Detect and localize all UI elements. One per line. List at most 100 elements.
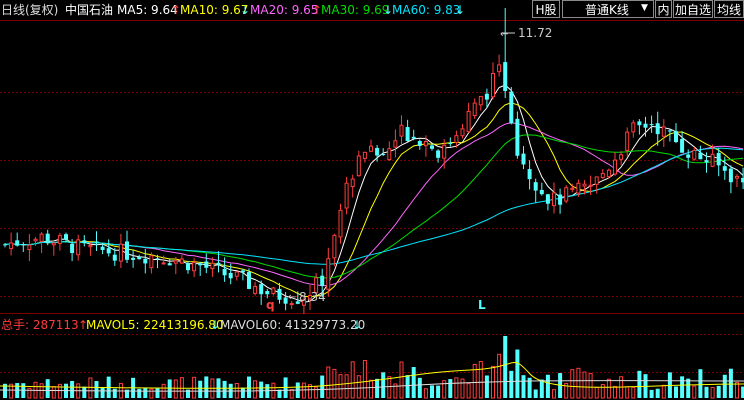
candlestick bbox=[338, 203, 343, 244]
candle-body bbox=[698, 152, 703, 160]
volume-bar bbox=[399, 361, 404, 399]
candlestick bbox=[253, 281, 258, 296]
ma20-line bbox=[4, 122, 744, 287]
candle-body bbox=[9, 242, 14, 249]
volume-bar bbox=[704, 386, 709, 398]
candlestick bbox=[27, 234, 32, 262]
candle-body bbox=[448, 142, 453, 144]
arrow-left-icon: ← bbox=[288, 292, 296, 303]
mavol60-arrow: ↓ bbox=[352, 318, 363, 332]
candle-body bbox=[558, 194, 563, 205]
candle-body bbox=[686, 154, 691, 158]
volume-bar bbox=[655, 388, 660, 398]
candle-body bbox=[228, 272, 233, 279]
high-price-label: 11.72 bbox=[518, 26, 552, 40]
volume-bar bbox=[94, 381, 99, 398]
candlestick bbox=[600, 169, 605, 180]
candlestick bbox=[460, 123, 465, 139]
volume-bar bbox=[88, 377, 93, 399]
candlestick bbox=[552, 182, 556, 214]
volume-bar bbox=[533, 389, 538, 398]
candlestick bbox=[149, 252, 154, 274]
candlestick bbox=[21, 242, 26, 252]
candle-body bbox=[722, 166, 727, 171]
candlestick bbox=[234, 271, 239, 281]
candlestick bbox=[674, 123, 678, 144]
candle-body bbox=[503, 62, 508, 92]
volume-bar bbox=[448, 379, 453, 398]
candle-body bbox=[118, 243, 123, 262]
candle-body bbox=[454, 135, 459, 143]
volume-bar bbox=[247, 376, 251, 398]
candle-body bbox=[674, 131, 678, 143]
volume-bar bbox=[539, 379, 544, 398]
candle-body bbox=[179, 258, 184, 264]
candle-body bbox=[289, 303, 294, 306]
volume-bar bbox=[600, 383, 605, 399]
candle-body bbox=[545, 194, 550, 204]
candlestick bbox=[735, 174, 739, 188]
volume-bar bbox=[545, 374, 550, 398]
candle-body bbox=[539, 189, 544, 195]
volume-bar bbox=[631, 386, 636, 399]
candle-body bbox=[509, 91, 514, 124]
volume-bar bbox=[45, 379, 50, 398]
candlestick bbox=[344, 176, 349, 215]
volume-bar bbox=[259, 381, 264, 398]
candle-body bbox=[76, 239, 81, 256]
candlestick bbox=[9, 232, 14, 256]
volume-bar bbox=[430, 385, 434, 398]
candle-body bbox=[344, 182, 349, 209]
arrow-left-icon: ← bbox=[500, 29, 508, 40]
volume-bar bbox=[649, 389, 654, 398]
kline-chart[interactable]: ← 11.72 ← 8.34 q L bbox=[0, 0, 744, 400]
candle-body bbox=[600, 172, 605, 178]
volume-bar bbox=[576, 367, 581, 399]
candlestick bbox=[405, 119, 410, 142]
candle-body bbox=[369, 145, 373, 152]
volume-bar bbox=[478, 361, 483, 399]
candle-body bbox=[582, 183, 587, 187]
candle-body bbox=[570, 187, 575, 190]
volume-bar bbox=[692, 385, 697, 399]
candle-body bbox=[247, 272, 251, 289]
candle-body bbox=[619, 154, 624, 160]
candlestick bbox=[15, 232, 20, 247]
candle-body bbox=[442, 144, 447, 159]
volume-bar bbox=[82, 386, 87, 398]
candle-body bbox=[472, 102, 477, 117]
candle-body bbox=[655, 123, 660, 135]
volume-bar bbox=[362, 360, 367, 399]
candle-body bbox=[704, 160, 709, 163]
candlestick bbox=[515, 111, 520, 159]
candlestick bbox=[472, 98, 477, 119]
candle-body bbox=[491, 72, 495, 98]
volume-bar bbox=[173, 379, 178, 399]
volume-bar bbox=[387, 376, 392, 399]
volume-bar bbox=[674, 386, 678, 398]
candle-body bbox=[204, 261, 209, 268]
candle-body bbox=[277, 288, 282, 300]
candle-body bbox=[27, 244, 32, 251]
candle-body bbox=[125, 241, 129, 260]
candlestick bbox=[582, 180, 587, 195]
candle-body bbox=[112, 254, 117, 261]
volume-bar bbox=[698, 369, 703, 398]
candlestick bbox=[51, 242, 56, 256]
volume-bar bbox=[710, 386, 715, 399]
candle-body bbox=[51, 242, 56, 246]
candle-body bbox=[411, 136, 416, 139]
candle-body bbox=[338, 209, 343, 238]
candle-body bbox=[387, 148, 392, 161]
candle-body bbox=[527, 169, 532, 180]
mavol60-label: MAVOL60: 41329773.20 bbox=[220, 318, 366, 332]
volume-bar bbox=[70, 380, 75, 398]
volume-bar bbox=[515, 349, 520, 398]
candlestick bbox=[564, 185, 569, 204]
ma5-line bbox=[4, 84, 744, 303]
volume-bar bbox=[735, 381, 739, 399]
candle-body bbox=[143, 258, 148, 264]
candlestick bbox=[661, 119, 666, 148]
candlestick bbox=[76, 234, 81, 261]
volume-bar bbox=[454, 377, 459, 399]
